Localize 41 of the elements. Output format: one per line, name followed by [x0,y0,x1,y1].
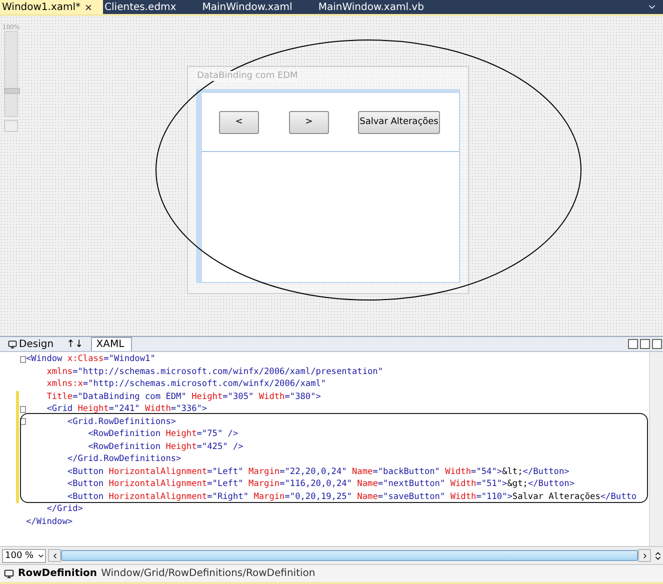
design-icon [8,340,17,349]
code-line: <Grid Height="241" Width="336"> [46,403,208,416]
split-vertical-button[interactable] [628,339,638,349]
view-tab[interactable]: Design [3,337,62,351]
close-icon[interactable] [84,2,93,12]
code-line: <Button HorizontalAlignment="Left" Margin="116,20,0,24" Name="nextButton" Width="51">&gt;</Button> [66,478,576,490]
fold-toggle[interactable] [20,418,26,426]
status-element: RowDefinition [18,568,98,579]
document-tab[interactable]: MainWindow.xaml.vb [316,0,434,14]
resize-icon [653,550,663,560]
window-button[interactable]: > [289,110,329,134]
code-line: </Grid.RowDefinitions> [66,453,182,466]
split-horizontal-button[interactable] [640,339,650,349]
zoom-combo[interactable]: 100 % [2,548,46,562]
code-line: <Button HorizontalAlignment="Left" Margin="22,20,0,24" Name="backButton" Width="54">&lt;</Button> [66,466,570,478]
zoom-slider[interactable] [4,31,18,117]
code-line: <RowDefinition Height="75" /> [87,428,240,440]
code-line: xmlns:x="http://schemas.microsoft.com/winfx/2006/xaml" [46,378,328,390]
zoom-thumb[interactable] [4,88,20,94]
code-line: Title="DataBinding com EDM" Height="305" Width="380"> [46,390,322,403]
status-path: Window/Grid/RowDefinitions/RowDefinition [101,568,316,579]
collapse-pane-button[interactable] [652,339,662,349]
fold-toggle[interactable] [20,406,26,413]
document-tab[interactable]: Window1.xaml* [0,0,103,14]
code-line: </Window> [26,516,74,528]
document-tab[interactable]: Clientes.edmx [102,0,186,14]
window-button[interactable]: < [219,110,259,134]
element-icon [4,568,14,578]
document-tab[interactable]: MainWindow.xaml [200,0,302,14]
code-line: <Window x:Class="Window1" [26,353,156,366]
code-line: <Button HorizontalAlignment="Right" Margin="0,20,19,25" Name="saveButton" Width="110">Salvar Alterações</Butto [66,490,638,503]
code-line: xmlns="http://schemas.microsoft.com/winfx/2006/xaml/presentation" [46,366,384,378]
code-line: <Grid.RowDefinitions> [66,416,178,428]
fold-toggle[interactable] [20,356,26,363]
view-tab[interactable]: ↑↓ [62,337,92,351]
window-button[interactable]: Salvar Alterações [358,110,440,134]
vertical-scrollbar[interactable] [649,352,663,546]
code-line: <RowDefinition Height="425" /> [87,440,244,453]
code-line: </Grid> [46,503,84,516]
view-tab[interactable]: XAML [91,337,132,351]
window-title: DataBinding com EDM [196,71,299,81]
